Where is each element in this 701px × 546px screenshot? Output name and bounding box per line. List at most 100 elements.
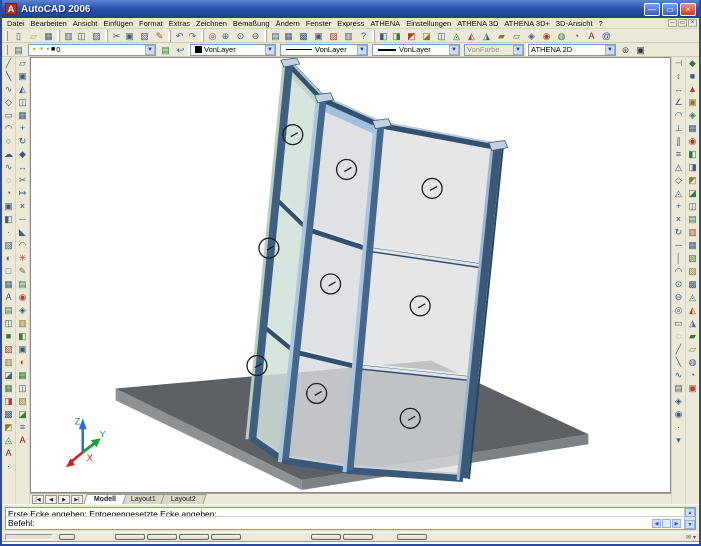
athena-tool-icon[interactable]: ▤ — [16, 278, 29, 291]
athena-tool-icon[interactable]: ◐ — [16, 356, 29, 369]
dim-ordinate-icon[interactable]: ◬ — [672, 187, 685, 200]
osnap-menu-icon[interactable]: ▾ — [672, 434, 685, 447]
make-block-icon[interactable]: ◧ — [2, 213, 15, 226]
linetype-combobox[interactable]: VonLayer ▼ — [280, 44, 368, 56]
athena-tool-icon[interactable]: ◭ — [464, 30, 479, 42]
scroll-up-icon[interactable]: ▲ — [685, 508, 695, 517]
tab-nav-button[interactable]: |◀ — [32, 495, 44, 504]
plot-preview-icon[interactable]: ◫ — [74, 30, 89, 42]
dim-baseline-icon[interactable]: ≡ — [672, 148, 685, 161]
markup-icon[interactable]: ▨ — [326, 30, 341, 42]
athena-3d-tool-icon[interactable]: ◍ — [686, 356, 699, 369]
dim-diameter-icon[interactable]: ◇ — [672, 174, 685, 187]
athena-3d-tool-icon[interactable]: ▤ — [686, 213, 699, 226]
layer-manager-icon[interactable]: ▤ — [11, 44, 26, 56]
array-icon[interactable]: ▦ — [16, 109, 29, 122]
athena-tool-icon[interactable]: ◬ — [449, 30, 464, 42]
snap-vertical-icon[interactable]: │ — [672, 252, 685, 265]
color-combobox[interactable]: VonLayer ▼ — [190, 44, 276, 56]
athena-3d-tool-icon[interactable]: ◪ — [686, 187, 699, 200]
athena-3d-tool-icon[interactable]: ◈ — [686, 109, 699, 122]
athena-tool-icon[interactable]: ◍ — [554, 30, 569, 42]
paste-icon[interactable]: ▧ — [137, 30, 152, 42]
status-toggle[interactable] — [179, 534, 209, 540]
athena-tool-icon[interactable]: @ — [599, 30, 614, 42]
layer-combobox[interactable]: ●☀▪■ 0 ▼ — [28, 44, 156, 56]
toolbar-grip[interactable] — [5, 31, 8, 41]
athena-tool-icon[interactable]: ▧ — [2, 343, 15, 356]
menu-item[interactable]: Bearbeiten — [28, 19, 70, 28]
arc-icon[interactable]: ◠ — [2, 122, 15, 135]
dim-arc-icon[interactable]: ◠ — [672, 109, 685, 122]
athena-3d-tool-icon[interactable]: ▱ — [686, 343, 699, 356]
cut-icon[interactable]: ✂ — [107, 30, 122, 42]
status-toggle[interactable] — [59, 534, 75, 540]
athena-3d-tool-icon[interactable]: ▧ — [686, 252, 699, 265]
osnap-dot-icon[interactable]: · — [672, 421, 685, 434]
fillet-icon[interactable]: ◠ — [16, 239, 29, 252]
erase-icon[interactable]: ▱ — [16, 57, 29, 70]
help-icon[interactable]: ? — [356, 30, 371, 42]
gradient-icon[interactable]: ◐ — [2, 252, 15, 265]
lineweight-combobox[interactable]: VonLayer ▼ — [372, 44, 460, 56]
athena-tool-icon[interactable]: ◫ — [2, 317, 15, 330]
athena-tool-icon[interactable]: ▩ — [2, 408, 15, 421]
menu-item[interactable]: Extras — [166, 19, 193, 28]
athena-3d-tool-icon[interactable]: ◆ — [686, 57, 699, 70]
athena-3d-tool-icon[interactable]: ◧ — [686, 148, 699, 161]
athena-tool-icon[interactable]: ◉ — [539, 30, 554, 42]
open-icon[interactable]: ▱ — [26, 30, 41, 42]
athena-tool-icon[interactable]: ■ — [2, 330, 15, 343]
doc-minimize-button[interactable]: ─ — [668, 19, 677, 27]
athena-tool-icon[interactable]: ◧ — [16, 330, 29, 343]
menu-item[interactable]: Bemaßung — [230, 19, 273, 28]
minimize-button[interactable]: — — [644, 3, 660, 16]
dim-parallel-icon[interactable]: ∥ — [672, 135, 685, 148]
athena-tool-icon[interactable]: ◫ — [434, 30, 449, 42]
athena-3d-tool-icon[interactable]: ◬ — [686, 291, 699, 304]
tab-nav-button[interactable]: ▶| — [71, 495, 83, 504]
athena-profile-combobox[interactable]: ATHENA 2D ▼ — [528, 44, 616, 56]
athena-settings-icon[interactable]: ⊛ — [618, 44, 633, 56]
scale-icon[interactable]: ◆ — [16, 148, 29, 161]
match-properties-icon[interactable]: ✎ — [152, 30, 167, 42]
status-toggle[interactable] — [311, 534, 341, 540]
zoom-window-icon[interactable]: ⊙ — [233, 30, 248, 42]
ellipse-icon[interactable]: ◌ — [2, 174, 15, 187]
zoom-previous-icon[interactable]: ⊖ — [248, 30, 263, 42]
dim-horizontal-icon[interactable]: ↔ — [672, 83, 685, 96]
athena-tool-icon[interactable]: ◈ — [524, 30, 539, 42]
redo-icon[interactable]: ↷ — [185, 30, 200, 42]
athena-3d-tool-icon[interactable]: ■ — [686, 70, 699, 83]
layer-previous-icon[interactable]: ↩ — [173, 44, 188, 56]
menu-item[interactable]: ? — [596, 19, 606, 28]
trim-icon[interactable]: ✂ — [16, 174, 29, 187]
tab-nav-button[interactable]: ▶ — [58, 495, 70, 504]
layer-states-icon[interactable]: ▤ — [158, 44, 173, 56]
command-prompt[interactable]: Befehl: — [8, 518, 652, 528]
athena-tool-icon[interactable]: ◨ — [2, 395, 15, 408]
command-scrollbar[interactable]: ▲ ▼ — [684, 508, 695, 529]
doc-close-button[interactable]: × — [688, 19, 697, 27]
rotate-icon[interactable]: ↻ — [16, 135, 29, 148]
athena-3d-tool-icon[interactable]: ▣ — [686, 382, 699, 395]
athena-text-icon[interactable]: A — [16, 434, 29, 447]
status-toggle[interactable] — [147, 534, 177, 540]
tab-nav-button[interactable]: ◀ — [45, 495, 57, 504]
pan-icon[interactable]: ◎ — [203, 30, 218, 42]
save-icon[interactable]: ▦ — [41, 30, 56, 42]
hatch-icon[interactable]: ▨ — [2, 239, 15, 252]
athena-3d-tool-icon[interactable]: ▩ — [686, 278, 699, 291]
doc-restore-button[interactable]: ▭ — [678, 19, 687, 27]
athena-tool-icon[interactable]: ◧ — [374, 30, 389, 42]
stretch-icon[interactable]: ↔ — [16, 161, 29, 174]
dim-vertical-icon[interactable]: ↕ — [672, 70, 685, 83]
offset-icon[interactable]: ◫ — [16, 96, 29, 109]
menu-item[interactable]: Express — [334, 19, 367, 28]
db-connect-icon[interactable]: ▥ — [341, 30, 356, 42]
designcenter-icon[interactable]: ▦ — [281, 30, 296, 42]
close-button[interactable]: × — [680, 3, 696, 16]
menu-item[interactable]: ATHENA 3D — [454, 19, 501, 28]
athena-tool-icon[interactable]: ▤ — [2, 304, 15, 317]
point-style-icon[interactable]: · — [2, 460, 15, 473]
